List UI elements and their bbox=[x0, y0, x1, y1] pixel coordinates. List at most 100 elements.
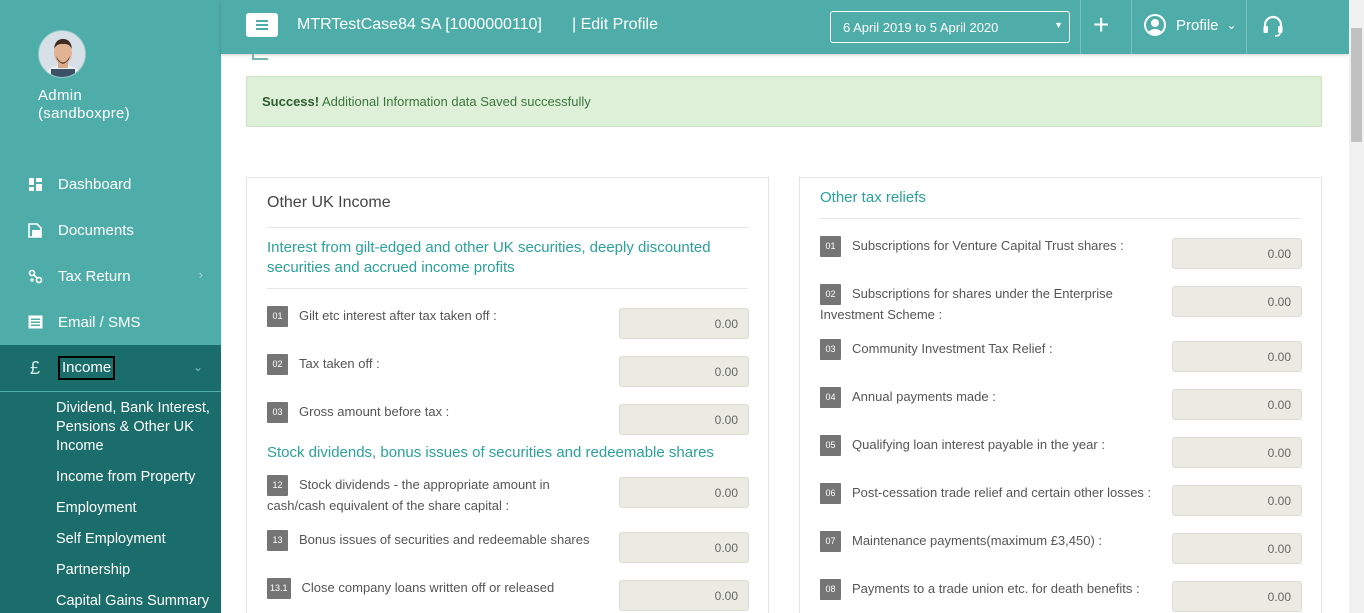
success-alert: Success! Additional Information data Sav… bbox=[246, 76, 1322, 127]
row-label-text: Payments to a trade union etc. for death… bbox=[852, 581, 1140, 596]
form-row-label: 02 Subscriptions for shares under the Ent… bbox=[820, 284, 1140, 325]
menu-button[interactable] bbox=[246, 13, 278, 37]
form-row-label: 01 Gilt etc interest after tax taken off … bbox=[267, 306, 497, 328]
nav-income[interactable]: £ Income ⌄ bbox=[0, 345, 221, 391]
form-row-label: 13.1 Close company loans written off or r… bbox=[267, 578, 607, 600]
form-row-label: 07 Maintenance payments(maximum £3,450) : bbox=[820, 531, 1102, 553]
submenu-partnership[interactable]: Partnership bbox=[56, 561, 130, 580]
top-header: MTRTestCase84 SA [1000000110] | Edit Pro… bbox=[221, 0, 1349, 54]
row-number-badge: 08 bbox=[820, 579, 841, 601]
nav-dashboard-label: Dashboard bbox=[58, 175, 132, 193]
tax-return-icon bbox=[27, 268, 43, 284]
row-number-badge: 13 bbox=[267, 530, 288, 552]
panel-title: Other tax reliefs bbox=[820, 189, 926, 206]
row-number-badge: 05 bbox=[820, 435, 841, 457]
submenu-property[interactable]: Income from Property bbox=[56, 468, 195, 487]
nav-documents[interactable]: Documents bbox=[0, 207, 221, 253]
form-row-label: 05 Qualifying loan interest payable in th… bbox=[820, 435, 1105, 457]
row-label-text: Qualifying loan interest payable in the … bbox=[852, 437, 1105, 452]
profile-icon bbox=[1144, 14, 1166, 36]
other-uk-income-panel: Other UK Income Interest from gilt-edged… bbox=[246, 177, 769, 613]
row-label-text: Bonus issues of securities and redeemabl… bbox=[299, 532, 590, 547]
row-number-badge: 03 bbox=[267, 402, 288, 424]
stock-dividends-input[interactable] bbox=[619, 477, 749, 508]
trade-union-payments-input[interactable] bbox=[1172, 581, 1302, 612]
other-tax-reliefs-panel: Other tax reliefs 01 Subscriptions for Ve… bbox=[799, 177, 1322, 613]
menu-icon bbox=[256, 20, 268, 22]
row-number-badge: 12 bbox=[267, 475, 288, 497]
form-row-label: 08 Payments to a trade union etc. for dea… bbox=[820, 579, 1140, 601]
form-row-label: 12 Stock dividends - the appropriate amou… bbox=[267, 475, 597, 516]
header-divider bbox=[1131, 0, 1132, 54]
header-divider bbox=[1246, 0, 1247, 54]
loan-interest-input[interactable] bbox=[1172, 437, 1302, 468]
panel-title: Other UK Income bbox=[267, 194, 391, 211]
nav-dashboard[interactable]: Dashboard bbox=[0, 161, 221, 207]
vct-subscriptions-input[interactable] bbox=[1172, 238, 1302, 269]
avatar[interactable] bbox=[38, 30, 86, 78]
period-select-value: 6 April 2019 to 5 April 2020 bbox=[843, 20, 999, 35]
add-button[interactable]: + bbox=[1093, 10, 1109, 40]
form-row-label: 02 Tax taken off : bbox=[267, 354, 380, 376]
client-title: MTRTestCase84 SA [1000000110] bbox=[297, 16, 542, 33]
plus-icon: + bbox=[1093, 9, 1110, 40]
annual-payments-input[interactable] bbox=[1172, 389, 1302, 420]
submenu-self-employment[interactable]: Self Employment bbox=[56, 530, 166, 549]
profile-menu-button[interactable]: Profile ⌄ bbox=[1144, 14, 1237, 36]
user-profile-block: Admin (sandboxpre) bbox=[0, 0, 221, 145]
close-company-loans-input[interactable] bbox=[619, 580, 749, 611]
header-divider bbox=[1080, 0, 1081, 54]
submenu-employment[interactable]: Employment bbox=[56, 499, 137, 518]
form-row-label: 03 Gross amount before tax : bbox=[267, 402, 450, 424]
user-name-line2: (sandboxpre) bbox=[38, 105, 130, 122]
section-heading-stock: Stock dividends, bonus issues of securit… bbox=[267, 444, 714, 461]
row-label-text: Gilt etc interest after tax taken off : bbox=[299, 308, 497, 323]
row-number-badge: 01 bbox=[820, 236, 841, 258]
eis-subscriptions-input[interactable] bbox=[1172, 286, 1302, 317]
support-button[interactable] bbox=[1261, 14, 1285, 41]
row-label-text: Tax taken off : bbox=[299, 356, 380, 371]
nav-tax-return-label: Tax Return bbox=[58, 267, 131, 285]
form-row-label: 06 Post-cessation trade relief and certai… bbox=[820, 483, 1152, 505]
row-number-badge: 06 bbox=[820, 483, 841, 505]
gilt-interest-input[interactable] bbox=[619, 308, 749, 339]
row-number-badge: 07 bbox=[820, 531, 841, 553]
section-heading-gilt: Interest from gilt-edged and other UK se… bbox=[267, 239, 711, 276]
gross-amount-input[interactable] bbox=[619, 404, 749, 435]
dashboard-icon bbox=[27, 176, 43, 192]
maintenance-payments-input[interactable] bbox=[1172, 533, 1302, 564]
divider bbox=[267, 227, 748, 228]
pound-icon: £ bbox=[29, 357, 40, 378]
submenu-dividend[interactable]: Dividend, Bank Interest, Pensions & Othe… bbox=[56, 399, 218, 456]
profile-label: Profile bbox=[1176, 16, 1219, 34]
headset-icon bbox=[1263, 15, 1283, 37]
documents-icon bbox=[27, 222, 43, 238]
submenu-capital-gains[interactable]: Capital Gains Summary bbox=[56, 592, 209, 611]
bonus-issues-input[interactable] bbox=[619, 532, 749, 563]
divider bbox=[820, 218, 1301, 219]
community-investment-input[interactable] bbox=[1172, 341, 1302, 372]
row-label-text: Annual payments made : bbox=[852, 389, 996, 404]
row-label-text: Subscriptions for shares under the Enter… bbox=[820, 286, 1113, 323]
user-name: Admin (sandboxpre) bbox=[38, 87, 130, 123]
row-number-badge: 03 bbox=[820, 339, 841, 361]
page-scrollbar[interactable] bbox=[1349, 0, 1364, 613]
chevron-down-icon: ⌄ bbox=[1226, 18, 1237, 32]
tax-taken-off-input[interactable] bbox=[619, 356, 749, 387]
form-row-label: 04 Annual payments made : bbox=[820, 387, 996, 409]
row-label-text: Subscriptions for Venture Capital Trust … bbox=[852, 238, 1124, 253]
row-label-text: Post-cessation trade relief and certain … bbox=[852, 485, 1152, 500]
caret-down-icon: ▼ bbox=[1054, 20, 1063, 30]
nav-email-sms[interactable]: Email / SMS bbox=[0, 299, 221, 345]
row-number-badge: 01 bbox=[267, 306, 288, 328]
nav-email-sms-label: Email / SMS bbox=[58, 313, 141, 331]
nav-tax-return[interactable]: Tax Return › bbox=[0, 253, 221, 299]
row-label-text: Stock dividends - the appropriate amount… bbox=[267, 477, 550, 514]
period-select[interactable]: 6 April 2019 to 5 April 2020 ▼ bbox=[830, 11, 1070, 43]
row-label-text: Gross amount before tax : bbox=[299, 404, 450, 419]
chevron-right-icon: › bbox=[198, 267, 203, 282]
post-cessation-relief-input[interactable] bbox=[1172, 485, 1302, 516]
scrollbar-thumb[interactable] bbox=[1351, 28, 1362, 142]
user-name-line1: Admin bbox=[38, 87, 83, 104]
nav-documents-label: Documents bbox=[58, 221, 134, 239]
